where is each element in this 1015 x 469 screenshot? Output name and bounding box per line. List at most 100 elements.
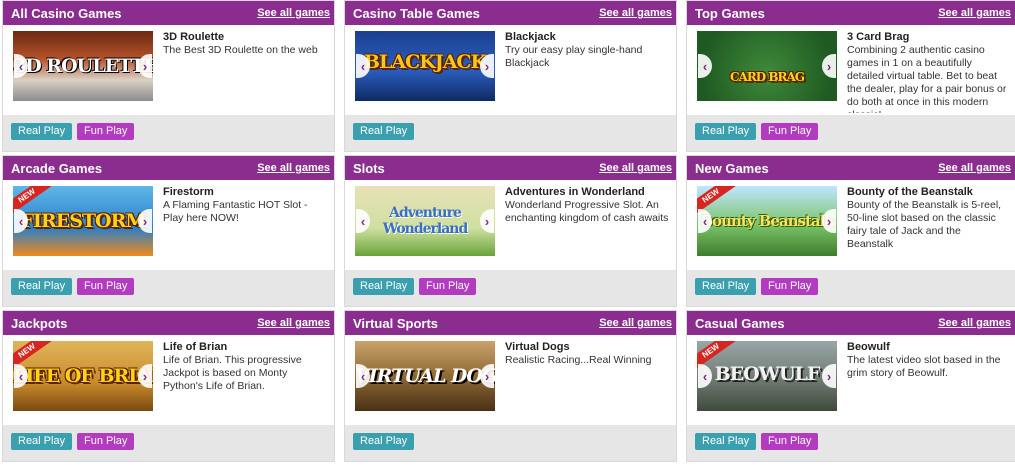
- panel-title: Top Games: [695, 5, 765, 21]
- see-all-games-link[interactable]: See all games: [599, 162, 672, 174]
- panel-jackpots: Jackpots See all games LIFE OF BRIAN NEW…: [2, 310, 335, 462]
- game-thumbnail[interactable]: 3D ROULETTE ‹ ›: [13, 31, 153, 101]
- panel-title: Jackpots: [11, 315, 68, 331]
- fun-play-button[interactable]: Fun Play: [419, 278, 477, 295]
- panel-title: Arcade Games: [11, 160, 103, 176]
- game-name[interactable]: Beowulf: [847, 341, 1009, 353]
- see-all-games-link[interactable]: See all games: [599, 7, 672, 19]
- game-thumbnail[interactable]: BEOWULF NEW ‹ ›: [697, 341, 837, 411]
- game-description: Wonderland Progressive Slot. An enchanti…: [505, 199, 669, 224]
- game-description: Combining 2 authentic casino games in 1 …: [847, 44, 1007, 113]
- game-name[interactable]: Firestorm: [163, 186, 328, 198]
- game-info: Bounty of the Beanstalk Bounty of the Be…: [847, 186, 1009, 268]
- panel-footer: Real Play Fun Play: [3, 425, 334, 461]
- panel-top-games: Top Games See all games CARD BRAG ‹ › 3 …: [686, 0, 1015, 152]
- game-name[interactable]: Virtual Dogs: [505, 341, 670, 353]
- panel-header: New Games See all games: [687, 156, 1015, 180]
- fun-play-button[interactable]: Fun Play: [77, 123, 135, 140]
- real-play-button[interactable]: Real Play: [695, 278, 757, 295]
- panel-header: All Casino Games See all games: [3, 1, 334, 25]
- game-info: Firestorm A Flaming Fantastic HOT Slot -…: [163, 186, 328, 268]
- panel-footer: Real Play Fun Play: [3, 115, 334, 151]
- panel-new-games: New Games See all games Bounty Beanstalk…: [686, 155, 1015, 307]
- game-name[interactable]: Adventures in Wonderland: [505, 186, 670, 198]
- games-grid: All Casino Games See all games 3D ROULET…: [0, 0, 1015, 469]
- panel-slots: Slots See all games Adventure Wonderland…: [344, 155, 677, 307]
- panel-footer: Real Play Fun Play: [687, 115, 1015, 151]
- game-thumbnail[interactable]: VIRTUAL DOGS ‹ ›: [355, 341, 495, 411]
- see-all-games-link[interactable]: See all games: [938, 7, 1011, 19]
- game-name[interactable]: Life of Brian: [163, 341, 328, 353]
- panel-casual-games: Casual Games See all games BEOWULF NEW ‹…: [686, 310, 1015, 462]
- panel-header: Jackpots See all games: [3, 311, 334, 335]
- fun-play-button[interactable]: Fun Play: [761, 278, 819, 295]
- see-all-games-link[interactable]: See all games: [257, 162, 330, 174]
- game-description: Bounty of the Beanstalk is 5-reel, 50-li…: [847, 199, 1002, 250]
- game-name[interactable]: Blackjack: [505, 31, 670, 43]
- real-play-button[interactable]: Real Play: [353, 123, 415, 140]
- game-info: Beowulf The latest video slot based in t…: [847, 341, 1009, 423]
- panel-virtual-sports: Virtual Sports See all games VIRTUAL DOG…: [344, 310, 677, 462]
- game-thumbnail[interactable]: CARD BRAG ‹ ›: [697, 31, 837, 101]
- thumbnail-title: LIFE OF BRIAN: [13, 365, 153, 387]
- chevron-right-icon[interactable]: ›: [480, 54, 494, 78]
- see-all-games-link[interactable]: See all games: [599, 317, 672, 329]
- game-name[interactable]: Bounty of the Beanstalk: [847, 186, 1009, 198]
- game-name[interactable]: 3 Card Brag: [847, 31, 1009, 43]
- real-play-button[interactable]: Real Play: [11, 433, 73, 450]
- real-play-button[interactable]: Real Play: [11, 278, 73, 295]
- game-description: A Flaming Fantastic HOT Slot - Play here…: [163, 199, 308, 224]
- real-play-button[interactable]: Real Play: [353, 278, 415, 295]
- see-all-games-link[interactable]: See all games: [257, 7, 330, 19]
- panel-arcade-games: Arcade Games See all games FIRESTORM NEW…: [2, 155, 335, 307]
- thumbnail-title: FIRESTORM: [20, 210, 147, 232]
- game-thumbnail[interactable]: FIRESTORM NEW ‹ ›: [13, 186, 153, 256]
- thumbnail-title: VIRTUAL DOGS: [355, 365, 495, 387]
- panel-header: Top Games See all games: [687, 1, 1015, 25]
- real-play-button[interactable]: Real Play: [695, 433, 757, 450]
- panel-header: Casual Games See all games: [687, 311, 1015, 335]
- game-thumbnail[interactable]: Adventure Wonderland ‹ ›: [355, 186, 495, 256]
- panel-footer: Real Play: [345, 425, 676, 461]
- fun-play-button[interactable]: Fun Play: [77, 433, 135, 450]
- real-play-button[interactable]: Real Play: [11, 123, 73, 140]
- see-all-games-link[interactable]: See all games: [938, 162, 1011, 174]
- panel-footer: Real Play Fun Play: [687, 270, 1015, 306]
- game-info: Virtual Dogs Realistic Racing...Real Win…: [505, 341, 670, 423]
- thumbnail-title: 3D ROULETTE: [13, 55, 153, 77]
- thumbnail-title: BEOWULF: [714, 363, 821, 385]
- game-thumbnail[interactable]: BLACKJACK ‹ ›: [355, 31, 495, 101]
- panel-title: Casino Table Games: [353, 5, 480, 21]
- fun-play-button[interactable]: Fun Play: [761, 433, 819, 450]
- see-all-games-link[interactable]: See all games: [257, 317, 330, 329]
- game-info: 3D Roulette The Best 3D Roulette on the …: [163, 31, 328, 113]
- fun-play-button[interactable]: Fun Play: [761, 123, 819, 140]
- game-thumbnail[interactable]: LIFE OF BRIAN NEW ‹ ›: [13, 341, 153, 411]
- game-info: Blackjack Try our easy play single-hand …: [505, 31, 670, 113]
- real-play-button[interactable]: Real Play: [353, 433, 415, 450]
- thumbnail-title: Bounty Beanstalk: [700, 212, 834, 230]
- game-description: Realistic Racing...Real Winning: [505, 354, 652, 366]
- thumbnail-title: Adventure Wonderland: [382, 205, 469, 237]
- real-play-button[interactable]: Real Play: [695, 123, 757, 140]
- panel-title: Virtual Sports: [353, 315, 439, 331]
- panel-header: Arcade Games See all games: [3, 156, 334, 180]
- game-name[interactable]: 3D Roulette: [163, 31, 328, 43]
- panel-title: All Casino Games: [11, 5, 122, 21]
- see-all-games-link[interactable]: See all games: [938, 317, 1011, 329]
- panel-header: Slots See all games: [345, 156, 676, 180]
- panel-header: Casino Table Games See all games: [345, 1, 676, 25]
- game-thumbnail[interactable]: Bounty Beanstalk NEW ‹ ›: [697, 186, 837, 256]
- game-info: 3 Card Brag Combining 2 authentic casino…: [847, 31, 1009, 113]
- game-description: Try our easy play single-hand Blackjack: [505, 44, 643, 69]
- panel-title: Casual Games: [695, 315, 785, 331]
- fun-play-button[interactable]: Fun Play: [77, 278, 135, 295]
- panel-footer: Real Play Fun Play: [687, 425, 1015, 461]
- game-description: The latest video slot based in the grim …: [847, 354, 1001, 379]
- panel-footer: Real Play Fun Play: [345, 270, 676, 306]
- game-description: The Best 3D Roulette on the web: [163, 44, 318, 56]
- panel-footer: Real Play Fun Play: [3, 270, 334, 306]
- panel-all-casino-games: All Casino Games See all games 3D ROULET…: [2, 0, 335, 152]
- panel-header: Virtual Sports See all games: [345, 311, 676, 335]
- panel-footer: Real Play: [345, 115, 676, 151]
